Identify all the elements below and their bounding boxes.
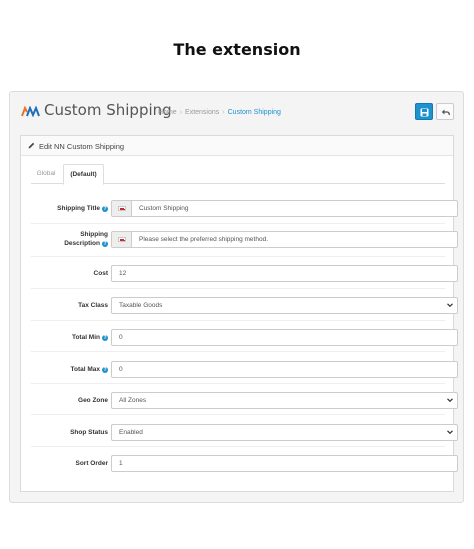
- geo-zone-value: All Zones: [119, 397, 147, 404]
- tab-default[interactable]: (Default): [63, 164, 104, 185]
- language-flag-addon: [112, 232, 132, 247]
- total-max-label: Total Max?: [70, 366, 108, 373]
- save-button[interactable]: [415, 103, 433, 120]
- total-min-input[interactable]: 0: [111, 329, 458, 346]
- back-button[interactable]: [436, 103, 454, 120]
- chevron-down-icon: [447, 398, 453, 403]
- edit-panel: Edit NN Custom Shipping Global (Default)…: [20, 135, 458, 492]
- help-icon[interactable]: ?: [102, 206, 108, 212]
- form-row-sort-order: Sort Order 1: [31, 447, 458, 478]
- brand-logo-icon: [21, 106, 40, 117]
- breadcrumb-separator: ›: [179, 109, 183, 116]
- save-icon: [420, 108, 429, 117]
- form-row-total-min: Total Min? 0: [31, 321, 458, 352]
- tax-class-value: Taxable Goods: [119, 302, 163, 309]
- cost-input[interactable]: 12: [111, 265, 458, 282]
- tax-class-select[interactable]: Taxable Goods: [111, 297, 458, 314]
- form-row-shipping-description: Shipping Description? Please select the p…: [31, 224, 458, 257]
- form-row-tax-class: Tax Class Taxable Goods: [31, 289, 458, 321]
- help-icon[interactable]: ?: [102, 335, 108, 341]
- shipping-title-input[interactable]: Custom Shipping: [111, 200, 458, 217]
- flag-icon: [118, 237, 126, 242]
- panel-heading: Edit NN Custom Shipping: [21, 136, 453, 156]
- panel-title: Edit NN Custom Shipping: [39, 142, 125, 151]
- language-tabs: Global (Default): [31, 164, 445, 185]
- shop-status-label: Shop Status: [70, 429, 108, 436]
- breadcrumb-extensions[interactable]: Extensions: [185, 109, 219, 116]
- breadcrumb-home[interactable]: Home: [158, 109, 177, 116]
- form-row-shipping-title: Shipping Title? Custom Shipping: [31, 193, 458, 224]
- form-row-cost: Cost 12: [31, 257, 458, 289]
- tax-class-label: Tax Class: [78, 302, 108, 309]
- sort-order-input[interactable]: 1: [111, 455, 458, 472]
- chevron-down-icon: [447, 303, 453, 308]
- shipping-description-input[interactable]: Please select the preferred shipping met…: [111, 231, 458, 248]
- help-icon[interactable]: ?: [102, 241, 108, 247]
- language-flag-addon: [112, 201, 132, 216]
- page-title: Custom Shipping: [44, 101, 172, 119]
- breadcrumb: Home › Extensions › Custom Shipping: [158, 109, 281, 116]
- shipping-title-value: Custom Shipping: [139, 205, 189, 212]
- tab-global[interactable]: Global: [31, 164, 61, 184]
- shipping-description-label: Shipping Description?: [64, 231, 108, 247]
- page-heading: The extension: [173, 40, 301, 59]
- cost-label: Cost: [93, 270, 108, 277]
- breadcrumb-current[interactable]: Custom Shipping: [228, 109, 281, 116]
- geo-zone-label: Geo Zone: [78, 397, 108, 404]
- help-icon[interactable]: ?: [102, 367, 108, 373]
- pencil-icon: [28, 142, 35, 149]
- chevron-down-icon: [447, 430, 453, 435]
- total-max-input[interactable]: 0: [111, 361, 458, 378]
- reply-icon: [441, 109, 450, 116]
- form-row-geo-zone: Geo Zone All Zones: [31, 384, 458, 415]
- shipping-description-value: Please select the preferred shipping met…: [139, 236, 268, 243]
- flag-icon: [118, 206, 126, 211]
- sort-order-label: Sort Order: [75, 460, 108, 467]
- admin-window: Custom Shipping Home › Extensions › Custom S…: [9, 91, 464, 503]
- form-row-total-max: Total Max? 0: [31, 352, 458, 384]
- breadcrumb-separator: ›: [222, 109, 225, 116]
- form-row-shop-status: Shop Status Enabled: [31, 415, 458, 447]
- total-min-label: Total Min?: [71, 334, 108, 341]
- page-header: Custom Shipping Home › Extensions › Custom S…: [10, 92, 463, 132]
- shipping-title-label: Shipping Title?: [57, 205, 108, 212]
- shop-status-value: Enabled: [119, 429, 143, 436]
- shop-status-select[interactable]: Enabled: [111, 424, 458, 441]
- geo-zone-select[interactable]: All Zones: [111, 392, 458, 409]
